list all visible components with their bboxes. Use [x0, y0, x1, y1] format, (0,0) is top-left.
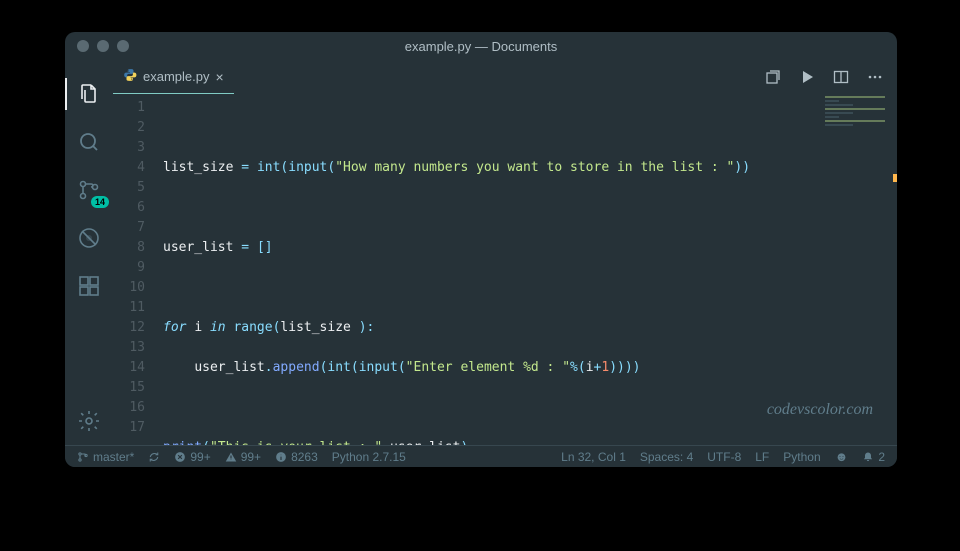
python-version-status[interactable]: Python 2.7.15 — [332, 450, 406, 464]
minimize-traffic-light[interactable] — [97, 40, 109, 52]
code-content[interactable]: list_size = int(input("How many numbers … — [163, 98, 897, 445]
tab-example-py[interactable]: example.py × — [113, 60, 234, 94]
debug-icon[interactable] — [65, 214, 113, 262]
scm-badge: 14 — [91, 196, 109, 208]
activity-bar: 14 — [65, 60, 113, 445]
code-editor[interactable]: 1 2 3 4 5 6 7 8 9 10 11 12 13 14 15 16 1… — [113, 94, 897, 445]
info-status[interactable]: 8263 — [275, 450, 318, 464]
cursor-position-status[interactable]: Ln 32, Col 1 — [561, 450, 626, 464]
sync-status[interactable] — [148, 451, 160, 463]
more-icon[interactable] — [867, 69, 883, 85]
language-mode-status[interactable]: Python — [783, 450, 820, 464]
editor-actions — [765, 69, 897, 85]
overview-ruler-mark — [893, 174, 897, 182]
close-traffic-light[interactable] — [77, 40, 89, 52]
feedback-icon[interactable]: ☻ — [835, 449, 849, 464]
notifications-status[interactable]: 2 — [862, 450, 885, 464]
zoom-traffic-light[interactable] — [117, 40, 129, 52]
tab-label: example.py — [143, 69, 209, 84]
titlebar: example.py — Documents — [65, 32, 897, 60]
search-icon[interactable] — [65, 118, 113, 166]
eol-status[interactable]: LF — [755, 450, 769, 464]
window-title: example.py — Documents — [405, 39, 557, 54]
open-changes-icon[interactable] — [765, 69, 781, 85]
line-gutter: 1 2 3 4 5 6 7 8 9 10 11 12 13 14 15 16 1… — [113, 98, 163, 445]
editor-column: example.py × 1 2 3 4 5 6 7 8 9 10 11 12 … — [113, 60, 897, 445]
warnings-status[interactable]: 99+ — [225, 450, 261, 464]
main-area: 14 example.py × — [65, 60, 897, 445]
settings-gear-icon[interactable] — [65, 397, 113, 445]
source-control-icon[interactable]: 14 — [65, 166, 113, 214]
encoding-status[interactable]: UTF-8 — [707, 450, 741, 464]
status-bar: master* 99+ 99+ 8263 Python 2.7.15 Ln 32… — [65, 445, 897, 467]
errors-status[interactable]: 99+ — [174, 450, 210, 464]
git-branch-status[interactable]: master* — [77, 450, 134, 464]
explorer-icon[interactable] — [65, 70, 113, 118]
run-icon[interactable] — [799, 69, 815, 85]
indentation-status[interactable]: Spaces: 4 — [640, 450, 693, 464]
close-icon[interactable]: × — [215, 69, 223, 85]
split-editor-icon[interactable] — [833, 69, 849, 85]
tab-bar: example.py × — [113, 60, 897, 94]
extensions-icon[interactable] — [65, 262, 113, 310]
traffic-lights — [65, 40, 129, 52]
editor-window: example.py — Documents 14 — [65, 32, 897, 467]
python-file-icon — [123, 68, 137, 85]
